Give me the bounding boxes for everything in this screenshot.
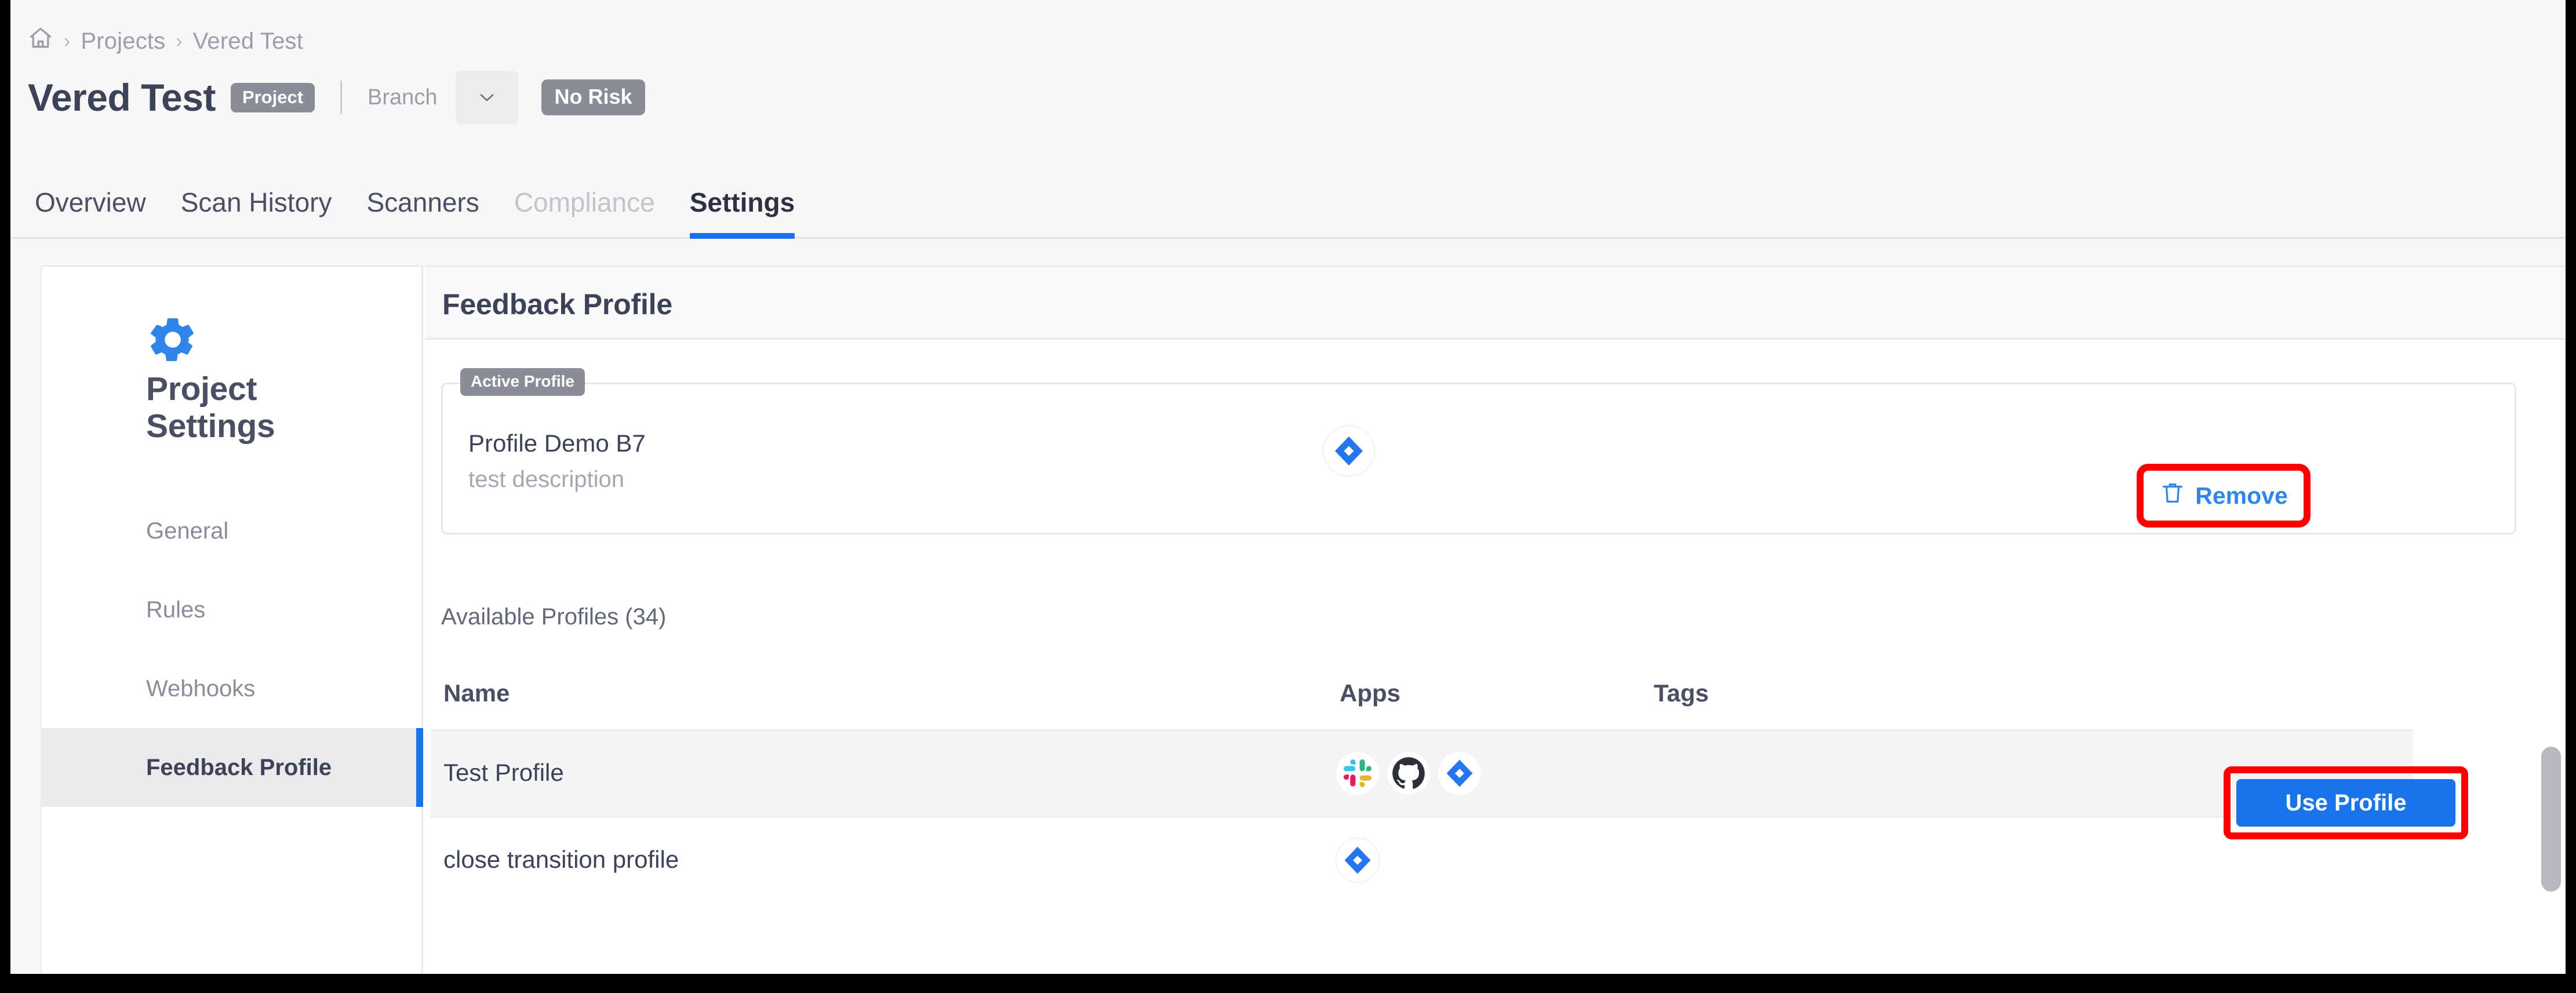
content-scrollbar[interactable] xyxy=(2541,747,2561,956)
sidebar-item-label: Webhooks xyxy=(146,675,256,701)
tab-scan-history[interactable]: Scan History xyxy=(163,189,350,239)
settings-sidebar: Project Settings General Rules Webhooks … xyxy=(42,267,423,974)
column-header-apps: Apps xyxy=(1340,679,1400,707)
table-row[interactable]: close transition profile xyxy=(431,816,2413,903)
profile-name: Test Profile xyxy=(443,759,564,786)
gear-icon-glyph xyxy=(151,318,194,361)
sidebar-item-rules[interactable]: Rules xyxy=(42,570,423,649)
active-profile-badge: Active Profile xyxy=(460,368,585,396)
settings-main: Feedback Profile Active Profile Profile … xyxy=(425,267,2566,974)
profile-apps xyxy=(1336,752,1481,795)
breadcrumb-item-projects[interactable]: Projects xyxy=(81,28,165,54)
tab-settings[interactable]: Settings xyxy=(672,189,812,239)
section-header: Feedback Profile xyxy=(425,267,2566,340)
jira-icon xyxy=(1438,752,1481,795)
github-icon xyxy=(1387,752,1430,795)
breadcrumb-separator-2: › xyxy=(176,30,183,52)
settings-heading: Project Settings xyxy=(146,370,275,445)
tab-scanners[interactable]: Scanners xyxy=(349,189,496,239)
available-profiles-label: Available Profiles (34) xyxy=(441,604,667,630)
breadcrumb: › Projects › Vered Test xyxy=(28,26,303,57)
breadcrumb-item-vered-test[interactable]: Vered Test xyxy=(193,28,303,54)
profile-apps xyxy=(1336,839,1379,882)
jira-icon-glyph xyxy=(1446,759,1473,787)
profiles-table-header: Name Apps Tags xyxy=(431,667,2413,729)
jira-icon xyxy=(1324,426,1374,476)
project-type-badge: Project xyxy=(230,82,315,112)
sidebar-item-label: General xyxy=(146,518,229,544)
sidebar-item-label: Rules xyxy=(146,596,206,623)
page-header: › Projects › Vered Test Vered Test Proje… xyxy=(10,0,2566,239)
page-title: Vered Test xyxy=(28,76,216,119)
tab-compliance: Compliance xyxy=(514,187,655,217)
content-scrollbar-thumb[interactable] xyxy=(2541,747,2561,892)
remove-button-highlight xyxy=(2137,464,2311,528)
active-profile-name: Profile Demo B7 xyxy=(468,430,646,457)
jira-icon-glyph xyxy=(1344,846,1371,874)
app-viewport: › Projects › Vered Test Vered Test Proje… xyxy=(10,0,2566,974)
sidebar-item-label: Feedback Profile xyxy=(146,754,332,780)
chevron-down-icon xyxy=(481,94,494,101)
title-row: Vered Test Project Branch No Risk xyxy=(28,71,645,124)
branch-label: Branch xyxy=(368,85,438,110)
home-icon[interactable] xyxy=(28,26,53,57)
screenshot-frame: › Projects › Vered Test Vered Test Proje… xyxy=(0,0,2576,993)
tab-overview[interactable]: Overview xyxy=(28,189,163,239)
jira-icon xyxy=(1336,839,1379,882)
sidebar-item-general[interactable]: General xyxy=(42,492,423,570)
settings-nav: General Rules Webhooks Feedback Profile xyxy=(42,492,423,807)
risk-badge: No Risk xyxy=(541,79,645,115)
slack-icon xyxy=(1336,752,1379,795)
branch-select[interactable] xyxy=(456,71,519,124)
gear-icon xyxy=(146,313,199,369)
breadcrumb-separator-1: › xyxy=(64,30,71,52)
sidebar-item-webhooks[interactable]: Webhooks xyxy=(42,649,423,728)
active-profile-description: test description xyxy=(468,467,625,492)
project-tabs: Overview Scan History Scanners Complianc… xyxy=(28,168,812,239)
column-header-name: Name xyxy=(443,679,510,707)
slack-icon-glyph xyxy=(1343,759,1372,788)
title-divider xyxy=(340,81,343,114)
profiles-table: Name Apps Tags Test Profile close transi… xyxy=(431,667,2413,903)
section-title: Feedback Profile xyxy=(442,288,672,321)
settings-panel: Project Settings General Rules Webhooks … xyxy=(41,265,2566,974)
sidebar-item-feedback-profile[interactable]: Feedback Profile xyxy=(42,728,423,807)
use-profile-button-highlight xyxy=(2224,766,2468,839)
jira-icon-glyph xyxy=(1335,437,1363,465)
table-row[interactable]: Test Profile xyxy=(431,729,2413,816)
active-profile-apps xyxy=(1324,426,1374,476)
profile-name: close transition profile xyxy=(443,846,679,873)
github-icon-glyph xyxy=(1392,757,1425,789)
column-header-tags: Tags xyxy=(1654,679,1709,707)
